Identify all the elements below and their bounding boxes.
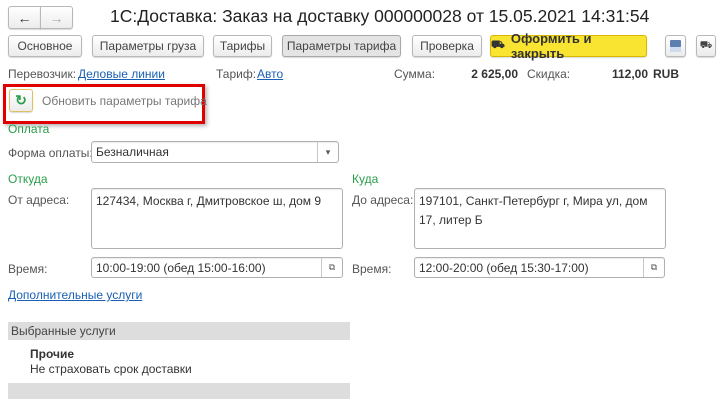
forward-button[interactable]: →	[40, 6, 73, 29]
to-address-input[interactable]: 197101, Санкт-Петербург г, Мира ул, дом …	[414, 188, 666, 249]
submit-label: Оформить и закрыть	[510, 31, 592, 61]
from-address-input[interactable]: 127434, Москва г, Дмитровское ш, дом 9	[91, 188, 343, 249]
payment-section-title: Оплата	[8, 122, 50, 136]
to-section-title: Куда	[352, 172, 379, 186]
services-header: Выбранные услуги	[8, 322, 350, 340]
tab-check[interactable]: Проверка	[412, 35, 482, 57]
delivery-truck-icon: ⛟	[491, 39, 505, 51]
from-address-label: От адреса:	[8, 193, 70, 207]
refresh-label[interactable]: Обновить параметры тарифа	[42, 94, 207, 108]
sum-value: 2 625,00	[471, 67, 518, 81]
refresh-icon: ↻	[15, 92, 27, 108]
payment-form-label: Форма оплаты:	[8, 146, 93, 160]
delivery-truck-icon: ⛟	[699, 39, 713, 51]
from-time-value: 10:00-19:00 (обед 15:00-16:00)	[96, 261, 266, 275]
arrow-left-icon: ←	[17, 9, 32, 26]
to-address-label: До адреса:	[352, 193, 414, 207]
refresh-button[interactable]: ↻	[9, 89, 33, 112]
carrier-link[interactable]: Деловые линии	[78, 67, 165, 81]
payment-form-select[interactable]: Безналичная ▾	[91, 141, 339, 163]
submit-and-close-button[interactable]: ⛟ Оформить и закрыть	[490, 31, 647, 61]
tab-basic[interactable]: Основное	[8, 35, 82, 57]
discount-value: 112,00	[611, 67, 648, 81]
services-item[interactable]: Не страховать срок доставки	[30, 362, 192, 376]
carrier-label: Перевозчик:	[8, 67, 77, 81]
from-time-input[interactable]: 10:00-19:00 (обед 15:00-16:00) ⧉	[91, 257, 343, 278]
tariff-label: Тариф:	[216, 67, 257, 81]
payment-form-value: Безналичная	[96, 145, 169, 159]
arrow-right-icon: →	[49, 9, 64, 26]
extra-services-link[interactable]: Дополнительные услуги	[8, 288, 142, 302]
sum-label: Сумма:	[394, 67, 436, 81]
window-title: 1С:Доставка: Заказ на доставку 000000028…	[110, 6, 650, 26]
to-time-label: Время:	[352, 262, 392, 276]
services-group: Прочие	[30, 347, 75, 361]
chevron-down-icon[interactable]: ▾	[317, 142, 338, 162]
discount-label: Скидка:	[527, 67, 571, 81]
services-footer	[8, 383, 350, 399]
tab-tariffs[interactable]: Тарифы	[213, 35, 272, 57]
open-icon[interactable]: ⧉	[321, 258, 342, 277]
save-button[interactable]	[665, 35, 686, 57]
from-section-title: Откуда	[8, 172, 48, 186]
back-button[interactable]: ←	[8, 6, 41, 29]
to-time-input[interactable]: 12:00-20:00 (обед 15:30-17:00) ⧉	[414, 257, 665, 278]
more-actions-button[interactable]: ⛟	[696, 35, 716, 57]
services-header-label: Выбранные услуги	[11, 324, 116, 338]
tab-tariff-params[interactable]: Параметры тарифа	[282, 35, 401, 57]
currency: RUB	[653, 67, 679, 81]
from-time-label: Время:	[8, 262, 48, 276]
open-icon[interactable]: ⧉	[643, 258, 664, 277]
floppy-disk-icon	[670, 40, 681, 52]
to-time-value: 12:00-20:00 (обед 15:30-17:00)	[419, 261, 589, 275]
tab-cargo-params[interactable]: Параметры груза	[92, 35, 204, 57]
tariff-link[interactable]: Авто	[257, 67, 283, 81]
